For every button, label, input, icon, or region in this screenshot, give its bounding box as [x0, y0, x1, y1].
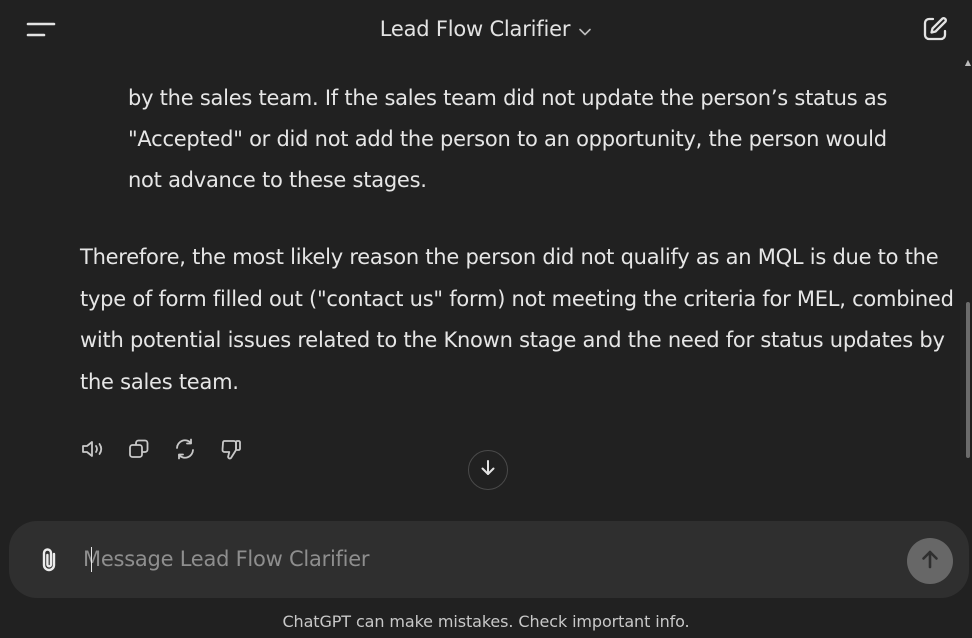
message-input[interactable]: [83, 539, 883, 579]
text-caret: [91, 547, 92, 572]
list-item-line: "Accepted" or did not add the person to …: [128, 127, 887, 151]
list-item-line: not advance to these stages.: [128, 168, 427, 192]
clipped-list-item: by the sales team. If the sales team did…: [128, 60, 928, 201]
chat-title: Lead Flow Clarifier: [379, 17, 571, 41]
top-bar: Lead Flow Clarifier: [0, 0, 972, 60]
message-actions: [80, 436, 244, 462]
chat-app: Lead Flow Clarifier by the sales team. I…: [0, 0, 972, 638]
read-aloud-icon[interactable]: [80, 436, 106, 462]
compose-icon[interactable]: [920, 14, 950, 44]
arrow-down-icon: [478, 458, 498, 482]
message-composer: [9, 521, 969, 598]
scrollbar-thumb[interactable]: [966, 302, 970, 458]
thumbs-down-icon[interactable]: [218, 436, 244, 462]
copy-icon[interactable]: [126, 436, 152, 462]
scroll-to-bottom-button[interactable]: [468, 450, 508, 490]
send-button[interactable]: [907, 538, 953, 584]
model-selector[interactable]: Lead Flow Clarifier: [380, 16, 593, 42]
arrow-up-icon: [918, 547, 942, 575]
title-area: Lead Flow Clarifier: [0, 16, 972, 42]
paperclip-icon[interactable]: [37, 545, 63, 575]
disclaimer-text: ChatGPT can make mistakes. Check importa…: [282, 612, 690, 631]
regenerate-icon[interactable]: [172, 436, 198, 462]
conversation-area: by the sales team. If the sales team did…: [0, 60, 972, 520]
assistant-conclusion: Therefore, the most likely reason the pe…: [80, 245, 954, 394]
list-item-line: by the sales team. If the sales team did…: [128, 86, 888, 110]
chevron-down-icon: [578, 18, 592, 42]
